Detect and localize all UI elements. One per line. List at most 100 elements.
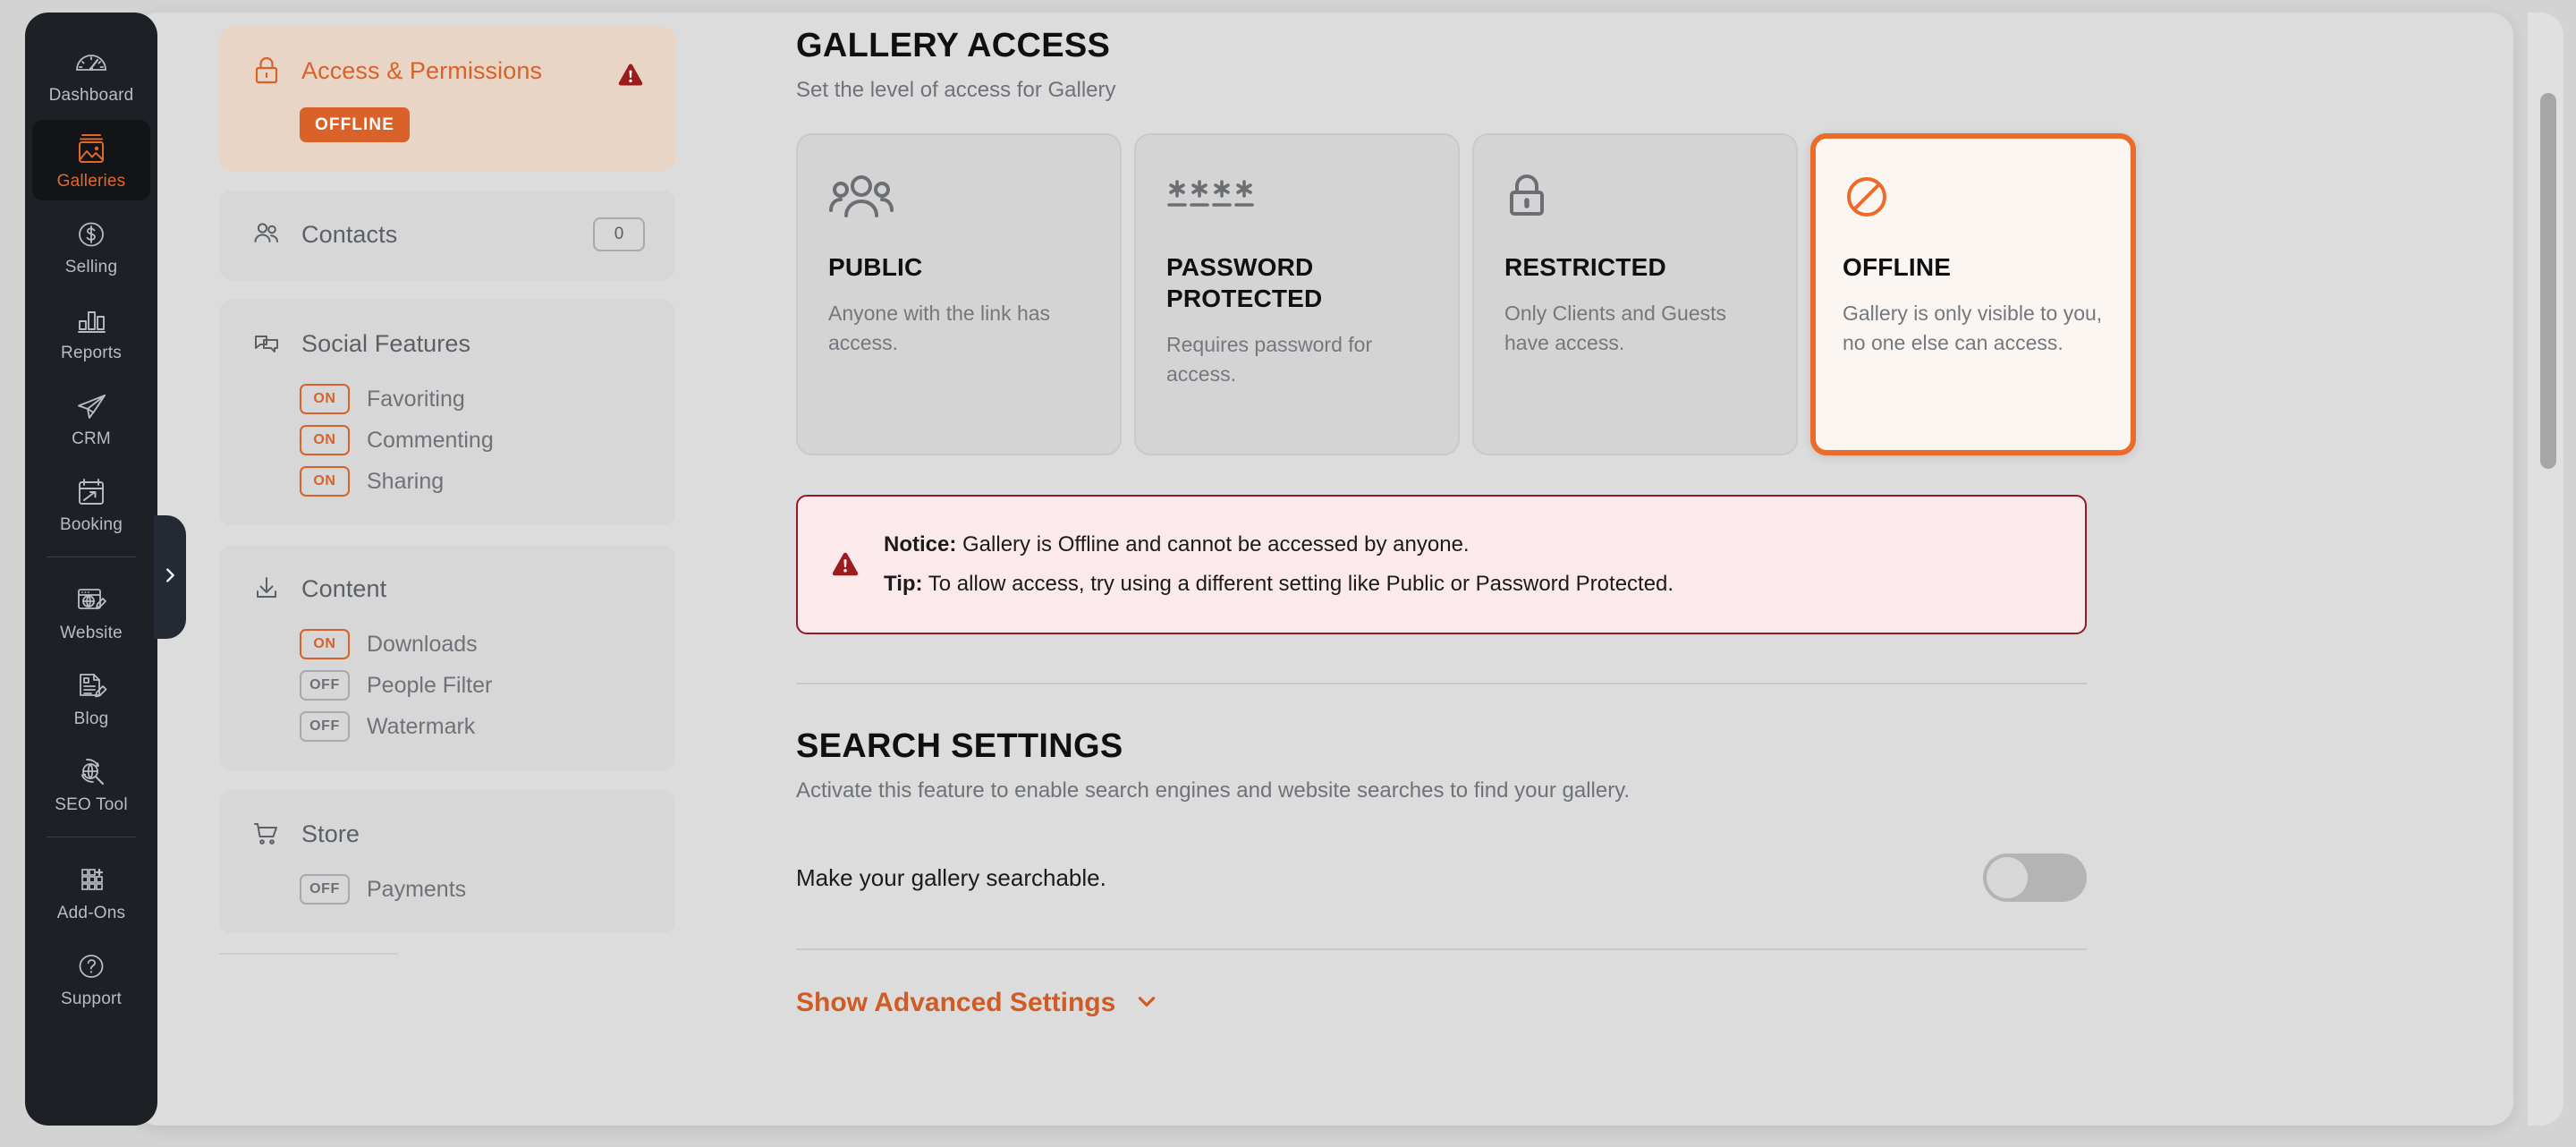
settings-card-title: Contacts: [301, 220, 398, 248]
toggle-pill[interactable]: ON: [300, 425, 350, 455]
toggle-knob: [1987, 857, 2028, 898]
sidebar-item-add-ons[interactable]: Add-Ons: [32, 852, 150, 932]
settings-card-store[interactable]: Store OFF Payments: [219, 790, 675, 933]
sidebar-item-label: Galleries: [56, 172, 126, 191]
notice-body: Notice: Gallery is Offline and cannot be…: [884, 532, 1674, 597]
group-people-icon: [828, 166, 1089, 228]
access-option-description: Only Clients and Guests have access.: [1504, 302, 1727, 355]
access-option-title: PUBLIC: [828, 253, 923, 281]
section-divider-1: [796, 683, 2087, 684]
globe-search-icon: [72, 754, 111, 790]
access-option-title: RESTRICTED: [1504, 253, 1666, 281]
list-item[interactable]: OFF Watermark: [250, 711, 645, 742]
sidebar-item-label: SEO Tool: [55, 795, 128, 814]
paper-plane-icon: [72, 388, 111, 424]
settings-card-header: Store: [250, 817, 645, 851]
sidebar-item-dashboard[interactable]: Dashboard: [32, 34, 150, 115]
list-item[interactable]: OFF Payments: [250, 874, 645, 905]
content-feature-rows: ON Downloads OFF People Filter OFF Water…: [250, 629, 645, 742]
settings-card-title: Access & Permissions: [301, 56, 543, 84]
show-advanced-settings-label: Show Advanced Settings: [796, 988, 1116, 1017]
access-option-description: Requires password for access.: [1166, 333, 1373, 387]
people-icon: [250, 217, 284, 251]
list-item[interactable]: ON Downloads: [250, 629, 645, 659]
searchable-toggle-row: Make your gallery searchable.: [796, 854, 2087, 902]
sidebar-item-label: Blog: [73, 709, 109, 728]
sidebar-item-label: Website: [60, 624, 123, 642]
sidebar-item-support[interactable]: Support: [32, 938, 150, 1018]
list-item[interactable]: OFF People Filter: [250, 670, 645, 701]
settings-card-access-permissions[interactable]: Access & Permissions OFFLINE: [219, 27, 675, 171]
sidebar-item-label: Add-Ons: [56, 904, 126, 922]
status-badge-offline[interactable]: OFFLINE: [300, 107, 410, 142]
list-item-label: Watermark: [367, 713, 476, 739]
settings-card-content[interactable]: Content ON Downloads OFF People Filter O…: [219, 545, 675, 770]
chat-bubbles-icon: [250, 327, 284, 361]
bar-chart-icon: [72, 302, 111, 338]
app-root: Dashboard Galleries Selling Reports CRM …: [0, 0, 2576, 1147]
sidebar-item-crm[interactable]: CRM: [32, 378, 150, 458]
settings-card-social-features[interactable]: Social Features ON Favoriting ON Comment…: [219, 300, 675, 525]
sidebar-item-label: Support: [61, 990, 122, 1008]
list-item[interactable]: ON Favoriting: [250, 384, 645, 414]
toggle-pill[interactable]: OFF: [300, 874, 350, 905]
list-item-label: Sharing: [367, 468, 445, 494]
access-option-offline[interactable]: OFFLINE Gallery is only visible to you, …: [1810, 133, 2136, 455]
social-feature-rows: ON Favoriting ON Commenting ON Sharing: [250, 384, 645, 497]
sidebar-item-website[interactable]: Website: [32, 572, 150, 652]
cart-icon: [250, 817, 284, 851]
list-item[interactable]: ON Commenting: [250, 425, 645, 455]
toggle-pill[interactable]: OFF: [300, 670, 350, 701]
contacts-count-badge[interactable]: 0: [593, 217, 645, 251]
settings-card-title: Content: [301, 574, 387, 602]
settings-card-contacts[interactable]: Contacts 0: [219, 191, 675, 280]
toggle-pill[interactable]: ON: [300, 466, 350, 497]
list-item-label: Favoriting: [367, 386, 465, 412]
sidebar-item-galleries[interactable]: Galleries: [32, 120, 150, 200]
list-item[interactable]: ON Sharing: [250, 466, 645, 497]
show-advanced-settings-button[interactable]: Show Advanced Settings: [796, 988, 1158, 1018]
sidebar-item-label: Reports: [61, 344, 122, 362]
searchable-toggle-switch[interactable]: [1983, 854, 2087, 902]
sidebar-item-seo-tool[interactable]: SEO Tool: [32, 743, 150, 824]
search-settings-section: SEARCH SETTINGS Activate this feature to…: [796, 727, 2191, 902]
toggle-pill[interactable]: ON: [300, 629, 350, 659]
tip-label: Tip:: [884, 572, 923, 596]
image-stack-icon: [72, 131, 111, 166]
settings-card-header: Access & Permissions: [250, 54, 645, 88]
settings-card-title: Store: [301, 820, 360, 847]
sidebar-collapse-toggle[interactable]: [154, 515, 186, 639]
access-option-password-protected[interactable]: PASSWORD PROTECTED Requires password for…: [1134, 133, 1460, 455]
padlock-icon: [1504, 166, 1766, 228]
access-option-restricted[interactable]: RESTRICTED Only Clients and Guests have …: [1472, 133, 1798, 455]
notice-line-notice: Notice: Gallery is Offline and cannot be…: [884, 532, 1674, 557]
panel-bottom-divider: [219, 953, 398, 955]
access-option-title: OFFLINE: [1843, 253, 1952, 281]
sidebar-item-label: Selling: [64, 258, 118, 276]
access-option-title: PASSWORD PROTECTED: [1166, 253, 1323, 312]
list-item-label: Payments: [367, 876, 467, 902]
searchable-toggle-label: Make your gallery searchable.: [796, 863, 1106, 891]
toggle-pill[interactable]: ON: [300, 384, 350, 414]
search-settings-title: SEARCH SETTINGS: [796, 727, 1123, 765]
sidebar-item-selling[interactable]: Selling: [32, 206, 150, 286]
toggle-pill[interactable]: OFF: [300, 711, 350, 742]
sidebar-item-booking[interactable]: Booking: [32, 463, 150, 544]
settings-card-header: Contacts: [250, 217, 645, 251]
tip-text: To allow access, try using a different s…: [922, 572, 1674, 596]
no-entry-icon: [1843, 166, 2104, 228]
settings-card-header: Content: [250, 572, 645, 606]
access-option-public[interactable]: PUBLIC Anyone with the link has access.: [796, 133, 1122, 455]
main-content: GALLERY ACCESS Set the level of access f…: [796, 27, 2191, 1127]
sidebar-item-label: Booking: [59, 515, 123, 534]
search-settings-subtitle: Activate this feature to enable search e…: [796, 778, 1631, 803]
list-item-label: People Filter: [367, 672, 493, 698]
sidebar-item-reports[interactable]: Reports: [32, 292, 150, 372]
asterisks-icon: [1166, 166, 1428, 228]
lock-icon: [250, 54, 284, 88]
calendar-arrow-icon: [72, 474, 111, 510]
vertical-scrollbar-thumb[interactable]: [2540, 93, 2556, 469]
list-item-label: Downloads: [367, 631, 478, 657]
sidebar-item-blog[interactable]: Blog: [32, 658, 150, 738]
store-feature-rows: OFF Payments: [250, 874, 645, 905]
